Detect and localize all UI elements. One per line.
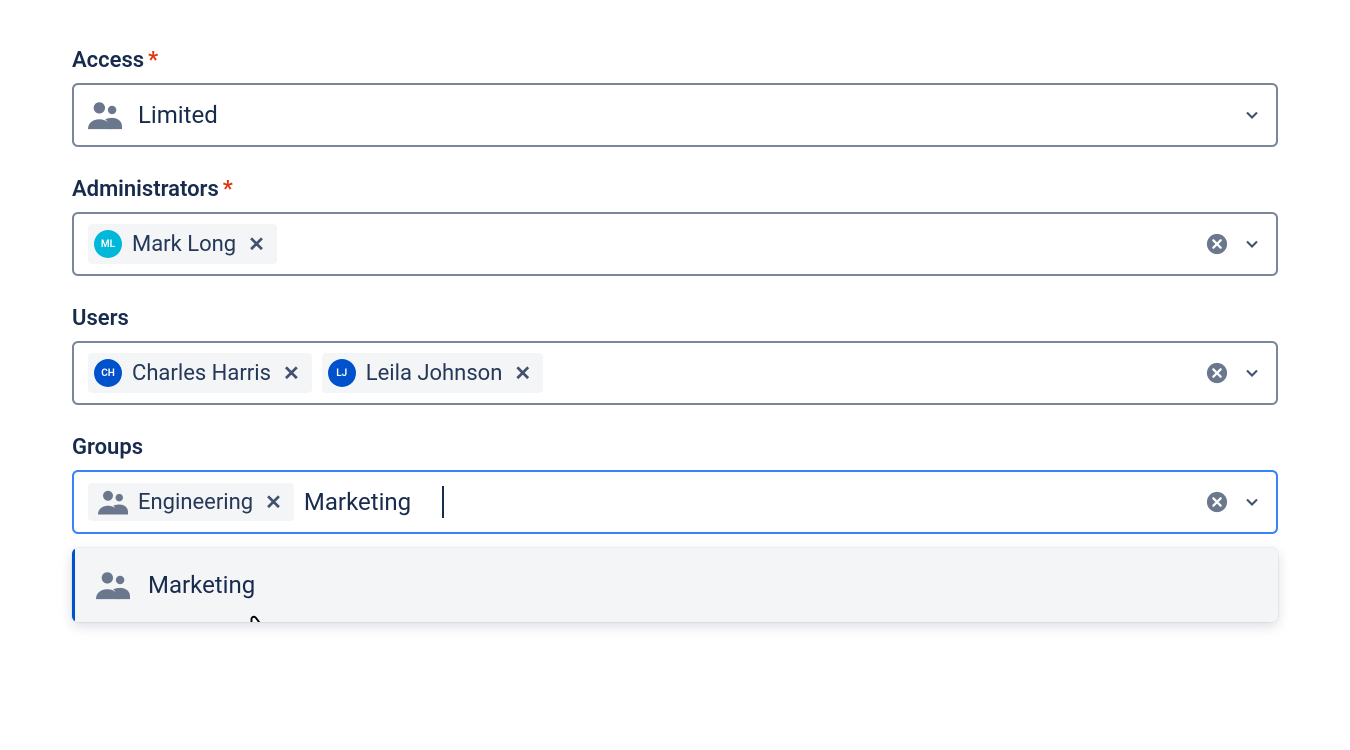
users-label: Users: [72, 306, 1278, 331]
group-icon: [96, 570, 130, 600]
group-chip-name: Engineering: [138, 490, 253, 515]
avatar: CH: [94, 359, 122, 387]
groups-select[interactable]: Engineering ✕ Marketing: [72, 470, 1278, 534]
users-label-text: Users: [72, 306, 129, 331]
groups-dropdown: Marketing: [72, 548, 1278, 622]
users-field: Users CH Charles Harris ✕ LJ Leila Johns…: [72, 306, 1278, 405]
chevron-down-icon[interactable]: [1242, 363, 1262, 383]
clear-all-icon[interactable]: [1206, 491, 1228, 513]
clear-all-icon[interactable]: [1206, 362, 1228, 384]
groups-field: Groups Engineering ✕ Marketing: [72, 435, 1278, 622]
user-chip-name: Leila Johnson: [366, 361, 503, 386]
access-label-text: Access: [72, 48, 144, 73]
access-label: Access *: [72, 48, 1278, 73]
group-chip: Engineering ✕: [88, 483, 294, 521]
group-icon: [98, 489, 128, 515]
avatar: LJ: [328, 359, 356, 387]
administrators-label: Administrators *: [72, 177, 1278, 202]
required-mark: *: [148, 48, 158, 73]
chevron-down-icon[interactable]: [1242, 234, 1262, 254]
administrators-field: Administrators * ML Mark Long ✕: [72, 177, 1278, 276]
required-mark: *: [223, 177, 233, 202]
dropdown-option-marketing[interactable]: Marketing: [72, 548, 1278, 622]
access-select[interactable]: Limited: [72, 83, 1278, 147]
people-icon: [88, 100, 122, 130]
administrators-label-text: Administrators: [72, 177, 219, 202]
admin-chip-name: Mark Long: [132, 232, 236, 257]
access-field: Access * Limited: [72, 48, 1278, 147]
groups-search-input[interactable]: Marketing: [304, 486, 444, 518]
user-chip: LJ Leila Johnson ✕: [322, 353, 543, 393]
dropdown-option-label: Marketing: [148, 571, 255, 599]
administrators-select[interactable]: ML Mark Long ✕: [72, 212, 1278, 276]
user-chip: CH Charles Harris ✕: [88, 353, 312, 393]
chevron-down-icon[interactable]: [1242, 105, 1262, 125]
users-select[interactable]: CH Charles Harris ✕ LJ Leila Johnson ✕: [72, 341, 1278, 405]
groups-label-text: Groups: [72, 435, 143, 460]
avatar: ML: [94, 230, 122, 258]
access-value: Limited: [138, 101, 218, 129]
remove-chip-icon[interactable]: ✕: [281, 363, 302, 383]
remove-chip-icon[interactable]: ✕: [512, 363, 533, 383]
groups-label: Groups: [72, 435, 1278, 460]
clear-all-icon[interactable]: [1206, 233, 1228, 255]
chevron-down-icon[interactable]: [1242, 492, 1262, 512]
remove-chip-icon[interactable]: ✕: [246, 234, 267, 254]
user-chip-name: Charles Harris: [132, 361, 271, 386]
admin-chip: ML Mark Long ✕: [88, 224, 277, 264]
remove-chip-icon[interactable]: ✕: [263, 492, 284, 512]
